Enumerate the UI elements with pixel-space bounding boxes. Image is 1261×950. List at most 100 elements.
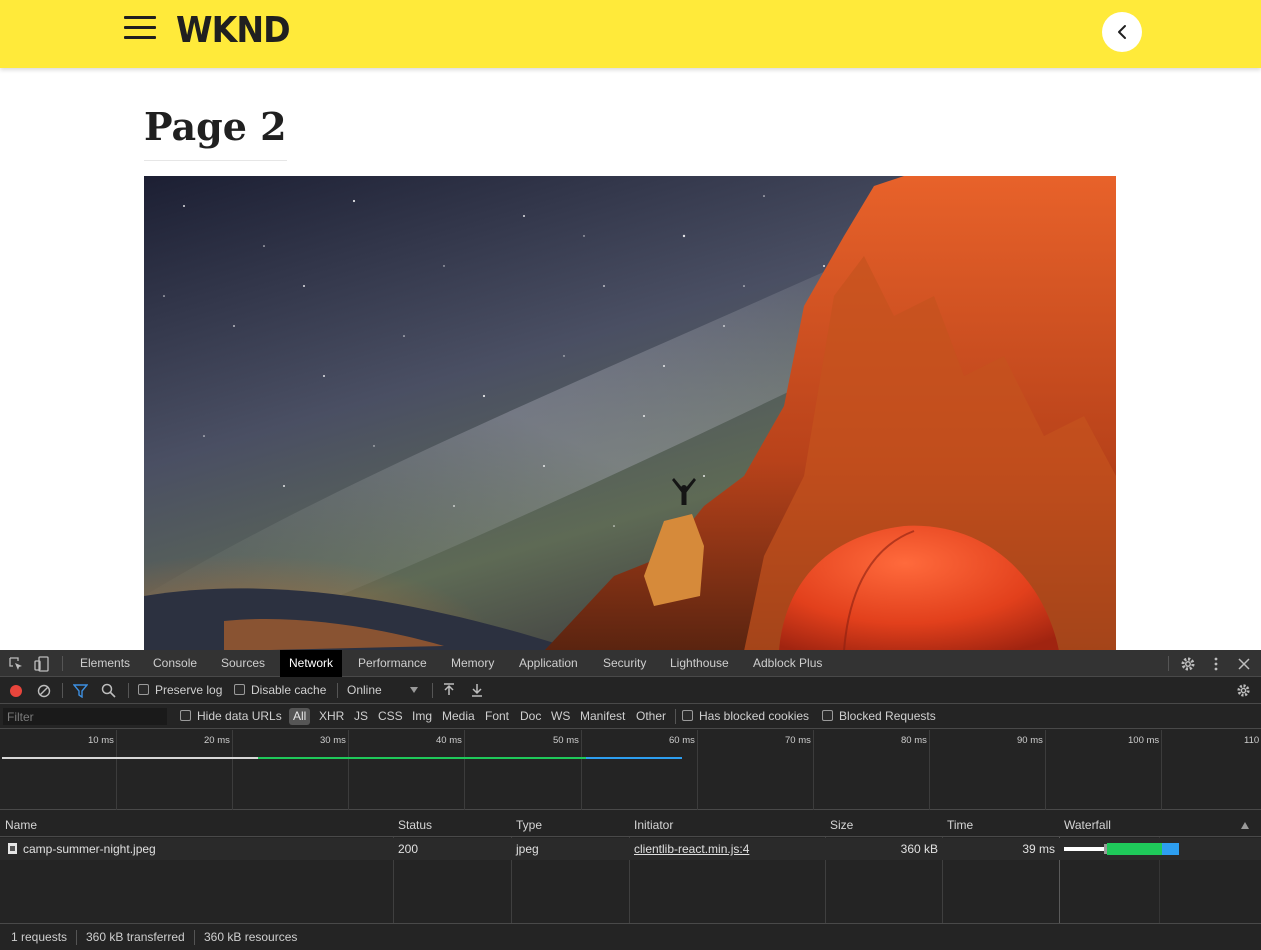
inspect-element-icon[interactable] xyxy=(8,656,24,672)
hide-data-urls-checkbox[interactable]: Hide data URLs xyxy=(180,704,282,729)
site-header: WKND xyxy=(0,0,1261,68)
grid-line xyxy=(581,730,582,810)
column-header-waterfall[interactable]: Waterfall xyxy=(1059,813,1111,837)
tick-label: 50 ms xyxy=(553,735,579,746)
blocked-requests-label: Blocked Requests xyxy=(839,709,936,723)
transferred-size: 360 kB transferred xyxy=(86,930,185,944)
export-har-icon[interactable] xyxy=(470,683,484,698)
back-button[interactable] xyxy=(1102,12,1142,52)
tab-lighthouse[interactable]: Lighthouse xyxy=(661,650,738,677)
has-blocked-cookies-label: Has blocked cookies xyxy=(699,709,810,723)
divider xyxy=(76,930,77,945)
network-toolbar: Preserve log Disable cache Online xyxy=(0,677,1261,704)
request-initiator-link[interactable]: clientlib-react.min.js:4 xyxy=(634,838,749,860)
network-settings-gear-icon[interactable] xyxy=(1236,683,1251,698)
type-filter-media[interactable]: Media xyxy=(442,704,475,729)
throttling-value: Online xyxy=(347,683,382,697)
tab-memory[interactable]: Memory xyxy=(442,650,503,677)
grid-line xyxy=(813,730,814,810)
network-status-bar: 1 requests 360 kB transferred 360 kB res… xyxy=(0,923,1261,950)
site-logo[interactable]: WKND xyxy=(176,10,291,51)
tab-network[interactable]: Network xyxy=(280,650,343,677)
devtools-panel: Elements Console Sources Network Perform… xyxy=(0,650,1261,950)
grid-line xyxy=(1045,730,1046,810)
grid-line xyxy=(697,730,698,810)
tab-application[interactable]: Application xyxy=(510,650,587,677)
column-header-name[interactable]: Name xyxy=(0,813,37,837)
devtools-tab-bar: Elements Console Sources Network Perform… xyxy=(0,650,1261,677)
request-name: camp-summer-night.jpeg xyxy=(23,842,156,856)
sort-ascending-icon[interactable] xyxy=(1241,822,1249,829)
column-header-type[interactable]: Type xyxy=(511,813,542,837)
column-header-size[interactable]: Size xyxy=(825,813,853,837)
checkbox-box[interactable] xyxy=(822,710,833,721)
search-icon[interactable] xyxy=(101,683,116,698)
tab-performance[interactable]: Performance xyxy=(349,650,436,677)
filter-icon[interactable] xyxy=(73,684,88,698)
menu-icon[interactable] xyxy=(124,16,156,40)
hero-image xyxy=(144,176,1116,651)
disable-cache-checkbox[interactable]: Disable cache xyxy=(234,677,326,704)
table-row[interactable]: camp-summer-night.jpeg 200 jpeg clientli… xyxy=(0,838,1261,860)
type-filter-doc[interactable]: Doc xyxy=(520,704,541,729)
filter-input[interactable] xyxy=(3,708,167,725)
type-filter-all[interactable]: All xyxy=(289,708,311,725)
checkbox-box[interactable] xyxy=(180,710,191,721)
import-har-icon[interactable] xyxy=(442,683,456,698)
type-filter-font[interactable]: Font xyxy=(485,704,509,729)
device-toolbar-icon[interactable] xyxy=(34,656,50,672)
tab-console[interactable]: Console xyxy=(144,650,206,677)
close-icon[interactable] xyxy=(1236,656,1252,672)
waterfall-waiting-bar xyxy=(1107,843,1162,855)
column-header-time[interactable]: Time xyxy=(942,813,973,837)
checkbox-box[interactable] xyxy=(234,684,245,695)
request-size: 360 kB xyxy=(900,842,938,856)
type-filter-js[interactable]: JS xyxy=(354,704,368,729)
type-filter-css[interactable]: CSS xyxy=(378,704,403,729)
overview-queue-bar xyxy=(2,757,258,759)
column-header-initiator[interactable]: Initiator xyxy=(629,813,673,837)
clear-icon[interactable] xyxy=(37,684,51,698)
night-sky-camp-photo xyxy=(144,176,1116,651)
hide-data-urls-label: Hide data URLs xyxy=(197,709,282,723)
grid-line xyxy=(116,730,117,810)
has-blocked-cookies-checkbox[interactable]: Has blocked cookies xyxy=(682,704,809,729)
type-filter-ws[interactable]: WS xyxy=(551,704,570,729)
overview-waiting-bar xyxy=(258,757,586,759)
timeline-overview[interactable]: 10 ms 20 ms 30 ms 40 ms 50 ms 60 ms 70 m… xyxy=(0,730,1261,810)
divider xyxy=(432,683,433,698)
throttling-select[interactable]: Online xyxy=(347,677,427,704)
checkbox-box[interactable] xyxy=(138,684,149,695)
preserve-log-checkbox[interactable]: Preserve log xyxy=(138,677,222,704)
record-icon[interactable] xyxy=(9,684,23,698)
tab-elements[interactable]: Elements xyxy=(71,650,139,677)
type-filter-other[interactable]: Other xyxy=(636,704,666,729)
waterfall-queue-bar xyxy=(1064,847,1106,851)
type-filter-xhr[interactable]: XHR xyxy=(319,704,344,729)
divider xyxy=(675,709,676,724)
type-filter-img[interactable]: Img xyxy=(412,704,432,729)
grid-line xyxy=(232,730,233,810)
disable-cache-label: Disable cache xyxy=(251,683,327,697)
page-title: Page 2 xyxy=(144,104,287,161)
column-header-status[interactable]: Status xyxy=(393,813,432,837)
tick-label: 100 ms xyxy=(1128,735,1160,746)
blocked-requests-checkbox[interactable]: Blocked Requests xyxy=(822,704,936,729)
checkbox-box[interactable] xyxy=(682,710,693,721)
grid-line xyxy=(1161,730,1162,810)
request-name-cell[interactable]: camp-summer-night.jpeg xyxy=(8,838,156,860)
network-filter-bar: Hide data URLs All XHR JS CSS Img Media … xyxy=(0,704,1261,729)
tab-adblock-plus[interactable]: Adblock Plus xyxy=(744,650,831,677)
waterfall-download-bar xyxy=(1162,843,1179,855)
overview-download-bar xyxy=(586,757,682,759)
tab-security[interactable]: Security xyxy=(594,650,655,677)
request-type: jpeg xyxy=(516,842,539,856)
divider xyxy=(337,683,338,698)
settings-gear-icon[interactable] xyxy=(1180,656,1196,672)
tick-label: 90 ms xyxy=(1017,735,1043,746)
tab-sources[interactable]: Sources xyxy=(212,650,274,677)
tick-label: 20 ms xyxy=(204,735,230,746)
type-filter-manifest[interactable]: Manifest xyxy=(580,704,625,729)
more-options-icon[interactable] xyxy=(1208,656,1224,672)
divider xyxy=(194,930,195,945)
